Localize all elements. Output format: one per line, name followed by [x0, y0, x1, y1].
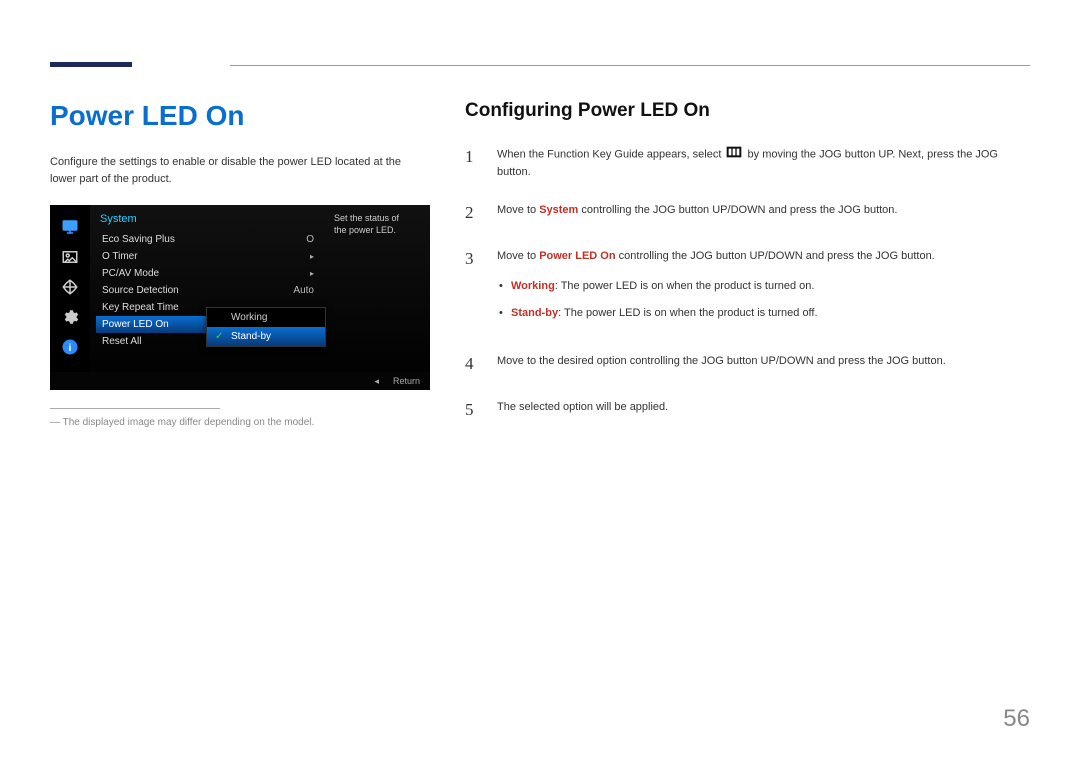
highlight-term: Stand-by [511, 307, 558, 319]
osd-submenu-label: Working [231, 312, 268, 323]
osd-footer: ◂ Return [50, 372, 430, 390]
step-number: 3 [465, 246, 479, 332]
arrows-icon [60, 277, 80, 297]
menu-square-icon [726, 146, 742, 164]
step-body: The selected option will be applied. [497, 397, 1030, 423]
osd-row-label: Source Detection [102, 285, 179, 296]
section-title: Power LED On [50, 100, 430, 132]
step-item: 2 Move to System controlling the JOG butt… [465, 200, 1030, 226]
osd-main: System Eco Saving PlusOO Timer▸PC/AV Mod… [90, 205, 430, 390]
header-rule [230, 65, 1030, 66]
step-number: 4 [465, 351, 479, 377]
steps-list: 1 When the Function Key Guide appears, se… [465, 144, 1030, 422]
osd-sidebar: i [50, 205, 90, 390]
intro-text: Configure the settings to enable or disa… [50, 154, 430, 187]
left-column: Power LED On Configure the settings to e… [50, 100, 430, 442]
header-accent-bar [50, 62, 132, 67]
monitor-icon [60, 217, 80, 237]
highlight-term: System [539, 204, 578, 216]
osd-row-value: O [306, 234, 314, 245]
step-number: 1 [465, 144, 479, 180]
osd-submenu: Working ✓ Stand-by [206, 307, 326, 347]
osd-row-label: Power LED On [102, 319, 169, 330]
osd-menu-title: System [96, 211, 320, 231]
info-icon: i [60, 337, 80, 357]
step-item: 5 The selected option will be applied. [465, 397, 1030, 423]
chevron-right-icon: ▸ [310, 269, 314, 278]
osd-submenu-label: Stand-by [231, 331, 271, 342]
osd-row-label: O Timer [102, 251, 138, 262]
page-content: Power LED On Configure the settings to e… [50, 100, 1030, 442]
step-body: Move to Power LED On controlling the JOG… [497, 246, 1030, 332]
osd-submenu-row: Working [207, 308, 325, 327]
osd-footer-return: Return [393, 376, 420, 386]
step-number: 5 [465, 397, 479, 423]
osd-row-label: Reset All [102, 336, 141, 347]
step-item: 3Move to Power LED On controlling the JO… [465, 246, 1030, 332]
osd-row-label: Key Repeat Time [102, 302, 179, 313]
chevron-right-icon: ▸ [310, 252, 314, 261]
highlight-term: Working [511, 280, 555, 292]
step-body: When the Function Key Guide appears, sel… [497, 144, 1030, 180]
footnote-rule [50, 408, 220, 409]
picture-icon [60, 247, 80, 267]
bullet-list: Working: The power LED is on when the pr… [497, 278, 1030, 321]
page-number: 56 [1003, 705, 1030, 733]
osd-submenu-row: ✓ Stand-by [207, 327, 325, 346]
osd-row-label: Eco Saving Plus [102, 234, 175, 245]
bullet-item: Stand-by: The power LED is on when the p… [497, 305, 1030, 322]
right-column: Configuring Power LED On 1 When the Funct… [465, 100, 1030, 442]
step-body: Move to the desired option controlling t… [497, 351, 1030, 377]
step-body: Move to System controlling the JOG butto… [497, 200, 1030, 226]
check-icon: ✓ [215, 331, 225, 342]
osd-menu-row: Eco Saving Plus O [96, 231, 320, 248]
osd-menu-row: Source Detection Auto [96, 282, 320, 299]
osd-menu-row: PC/AV Mode ▸ [96, 265, 320, 282]
osd-row-value: Auto [293, 285, 314, 296]
bullet-item: Working: The power LED is on when the pr… [497, 278, 1030, 295]
gear-icon [60, 307, 80, 327]
osd-help-text: Set the status of the power LED. [330, 205, 420, 390]
osd-footer-nav-icon: ◂ [374, 376, 379, 387]
svg-text:i: i [69, 342, 72, 354]
highlight-term: Power LED On [539, 250, 615, 262]
osd-screenshot: i System Eco Saving PlusOO Timer▸PC/AV M… [50, 205, 430, 390]
osd-menu: System Eco Saving PlusOO Timer▸PC/AV Mod… [90, 205, 330, 390]
osd-menu-row: O Timer ▸ [96, 248, 320, 265]
step-item: 1 When the Function Key Guide appears, se… [465, 144, 1030, 180]
step-number: 2 [465, 200, 479, 226]
subheading: Configuring Power LED On [465, 100, 1030, 122]
step-item: 4 Move to the desired option controlling … [465, 351, 1030, 377]
osd-row-label: PC/AV Mode [102, 268, 159, 279]
footnote-text: The displayed image may differ depending… [50, 417, 430, 428]
